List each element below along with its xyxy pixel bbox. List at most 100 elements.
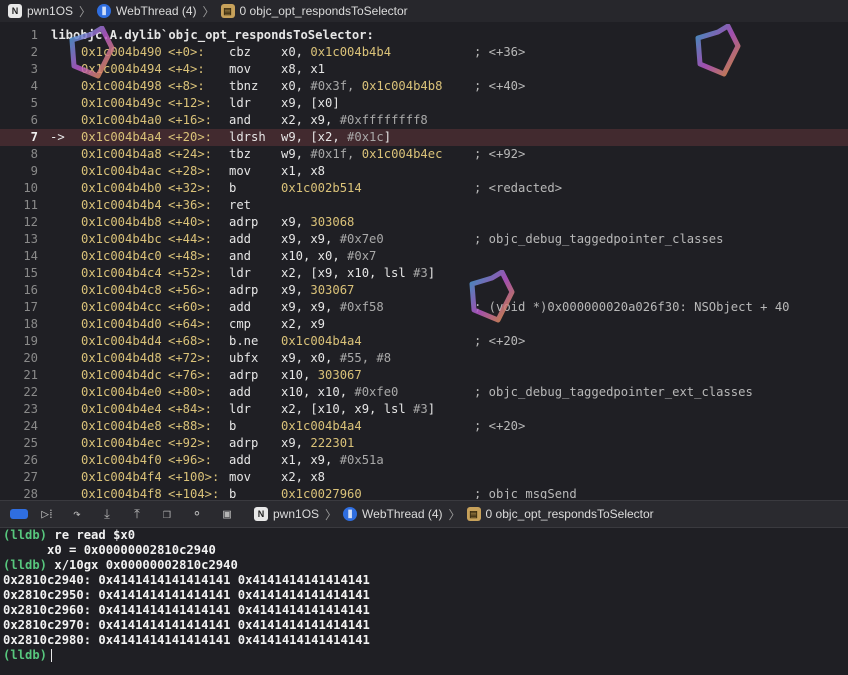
code-line[interactable]: 28 0x1c004b4f8 <+104>: b 0x1c0027960 ; objc_m…: [0, 486, 848, 499]
code-line[interactable]: 9 0x1c004b4ac <+28>: mov x1, x8: [0, 163, 848, 180]
instruction-operands: x2, [x10, x9, lsl #3]: [281, 401, 435, 418]
operand-registers: x9,: [281, 215, 311, 229]
current-instruction-line[interactable]: 7 -> 0x1c004b4a4 <+20>: ldrsh w9, [x2, #0x1c]: [0, 129, 848, 146]
code-line[interactable]: 26 0x1c004b4f0 <+96>: add x1, x9, #0x51a: [0, 452, 848, 469]
instruction-operands: x10, x0, #0x7: [281, 248, 376, 265]
instruction-operands: 0x1c0027960: [281, 486, 362, 499]
instruction-mnemonic: ubfx: [229, 351, 259, 365]
code-line[interactable]: 18 0x1c004b4d0 <+64>: cmp x2, x9: [0, 316, 848, 333]
jumpbar-crumb-thread[interactable]: ⫼ WebThread (4): [97, 4, 197, 18]
instruction-operands: x9, 303068: [281, 214, 354, 231]
instruction-mnemonic: tbz: [229, 147, 252, 161]
line-number: 16: [23, 283, 38, 297]
debug-crumb-frame[interactable]: ▤ 0 objc_opt_respondsToSelector: [466, 507, 654, 521]
code-line[interactable]: 21 0x1c004b4dc <+76>: adrp x10, 303067: [0, 367, 848, 384]
instruction-comment: ; <+40>: [474, 79, 526, 93]
instruction-address: 0x1c004b4dc: [81, 368, 162, 382]
step-out-icon[interactable]: ⤒: [126, 504, 148, 524]
console-command-text: re read $x0: [47, 528, 136, 542]
operand-target: 0x1c004b4ec: [361, 147, 443, 161]
instruction-operands: x9, x0, #55, #8: [281, 350, 391, 367]
code-line[interactable]: 6 0x1c004b4a0 <+16>: and x2, x9, #0xffffffff…: [0, 112, 848, 129]
debug-crumb-app[interactable]: N pwn1OS: [254, 507, 319, 521]
code-line[interactable]: 11 0x1c004b4b4 <+36>: ret: [0, 197, 848, 214]
operand-registers: x2, [x9, x10, lsl: [281, 266, 414, 280]
instruction-mnemonic: add: [229, 385, 252, 399]
debug-crumb-thread[interactable]: ⫼ WebThread (4): [343, 507, 443, 521]
line-number: 10: [23, 181, 38, 195]
jumpbar-crumb-frame[interactable]: ▤ 0 objc_opt_respondsToSelector: [220, 4, 408, 18]
app-icon: N: [254, 507, 268, 521]
instruction-operands: x9, 222301: [281, 435, 354, 452]
text-cursor[interactable]: [51, 649, 53, 662]
code-line[interactable]: 17 0x1c004b4cc <+60>: add x9, x9, #0xf58 ; (v…: [0, 299, 848, 316]
instruction-offset: <+84>:: [168, 402, 213, 416]
code-line[interactable]: 19 0x1c004b4d4 <+68>: b.ne 0x1c004b4a4 ; <+20…: [0, 333, 848, 350]
lldb-prompt: (lldb): [3, 558, 48, 572]
continue-icon[interactable]: ▷⁞: [36, 504, 58, 524]
code-line[interactable]: 22 0x1c004b4e0 <+80>: add x10, x10, #0xfe0 ; …: [0, 384, 848, 401]
instruction-mnemonic: add: [229, 232, 252, 246]
code-line[interactable]: 13 0x1c004b4bc <+44>: add x9, x9, #0x7e0 ; ob…: [0, 231, 848, 248]
stack-frame-icon: ▤: [220, 4, 235, 18]
code-line[interactable]: 12 0x1c004b4b8 <+40>: adrp x9, 303068: [0, 214, 848, 231]
instruction-mnemonic: cbz: [229, 45, 252, 59]
code-line[interactable]: 24 0x1c004b4e8 <+88>: b 0x1c004b4a4 ; <+20>: [0, 418, 848, 435]
code-line[interactable]: 10 0x1c004b4b0 <+32>: b 0x1c002b514 ; <redact…: [0, 180, 848, 197]
debug-thread-label: WebThread (4): [362, 507, 443, 521]
instruction-mnemonic: b: [229, 419, 237, 433]
code-line[interactable]: 8 0x1c004b4a8 <+24>: tbz w9, #0x1f, 0x1c004b…: [0, 146, 848, 163]
lldb-console[interactable]: (lldb) re read $x0 x0 = 0x00000002810c29…: [0, 528, 848, 675]
operand-immediate: #0x7: [347, 249, 377, 263]
jumpbar-frame-label: 0 objc_opt_respondsToSelector: [239, 4, 408, 18]
chevron-right-icon: 〉: [448, 507, 461, 522]
operand-registers: x8, x1: [281, 62, 326, 76]
line-number: 5: [30, 96, 38, 110]
instruction-address: 0x1c004b4f8: [81, 487, 162, 499]
breakpoints-toggle-icon[interactable]: [10, 509, 28, 519]
code-line[interactable]: 14 0x1c004b4c0 <+48>: and x10, x0, #0x7: [0, 248, 848, 265]
instruction-mnemonic: ldr: [229, 402, 252, 416]
step-over-icon[interactable]: ↷: [66, 504, 88, 524]
instruction-address: 0x1c004b4e4: [81, 402, 162, 416]
code-line[interactable]: 25 0x1c004b4ec <+92>: adrp x9, 222301: [0, 435, 848, 452]
operand-target: 0x1c002b514: [281, 181, 362, 195]
operand-immediate: #55, #8: [339, 351, 392, 365]
instruction-address: 0x1c004b4d0: [81, 317, 162, 331]
line-number: 3: [30, 62, 38, 76]
code-line[interactable]: 15 0x1c004b4c4 <+52>: ldr x2, [x9, x10, lsl …: [0, 265, 848, 282]
operand-immediate: #0xffffffff8: [339, 113, 428, 127]
code-line[interactable]: 27 0x1c004b4f4 <+100>: mov x2, x8: [0, 469, 848, 486]
line-number: 9: [30, 164, 38, 178]
line-number: 15: [23, 266, 38, 280]
instruction-offset: <+8>:: [168, 79, 205, 93]
instruction-mnemonic: adrp: [229, 436, 259, 450]
view-hierarchy-icon[interactable]: ❒: [156, 504, 178, 524]
instruction-offset: <+96>:: [168, 453, 213, 467]
app-icon: N: [8, 4, 22, 18]
code-line[interactable]: 20 0x1c004b4d8 <+72>: ubfx x9, x0, #55, #8: [0, 350, 848, 367]
instruction-mnemonic: ret: [229, 198, 252, 212]
instruction-offset: <+20>:: [168, 130, 213, 144]
instruction-address: 0x1c004b4c8: [81, 283, 162, 297]
line-number: 6: [30, 113, 38, 127]
instruction-operands: x2, x9, #0xffffffff8: [281, 112, 428, 129]
code-line[interactable]: 23 0x1c004b4e4 <+84>: ldr x2, [x10, x9, lsl …: [0, 401, 848, 418]
memory-graph-icon[interactable]: ⚬: [186, 504, 208, 524]
operand-target: 303068: [310, 215, 355, 229]
step-into-icon[interactable]: ⤓: [96, 504, 118, 524]
instruction-operands: x8, x1: [281, 61, 325, 78]
jumpbar-crumb-app[interactable]: N pwn1OS: [8, 4, 73, 18]
code-line[interactable]: 16 0x1c004b4c8 <+56>: adrp x9, 303067: [0, 282, 848, 299]
operand-registers: x2, x9: [281, 317, 326, 331]
disassembly-view[interactable]: 1 libobjc.A.dylib`objc_opt_respondsToSele…: [0, 27, 848, 499]
stack-frame-icon: ▤: [466, 507, 481, 521]
code-line[interactable]: 5 0x1c004b49c <+12>: ldr x9, [x0]: [0, 95, 848, 112]
instruction-mnemonic: and: [229, 113, 252, 127]
instruction-address: 0x1c004b4ec: [81, 436, 162, 450]
instruction-offset: <+16>:: [168, 113, 213, 127]
jumpbar-app-label: pwn1OS: [27, 4, 74, 18]
line-number: 22: [23, 385, 38, 399]
environment-overrides-icon[interactable]: ▣: [216, 504, 238, 524]
operand-target: 0x1c004b4b8: [361, 79, 443, 93]
